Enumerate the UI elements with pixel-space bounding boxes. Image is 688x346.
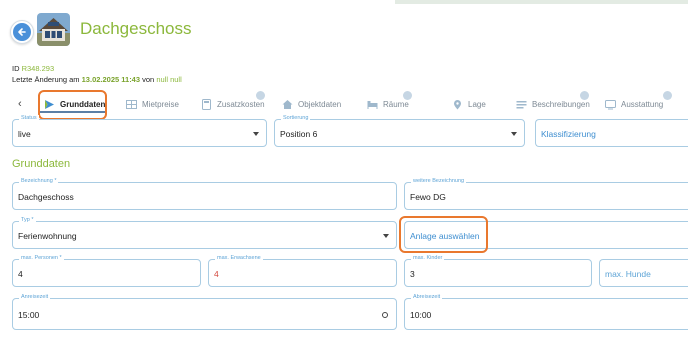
highlight-anlage (399, 216, 488, 253)
tab-badge (580, 91, 589, 100)
chevron-down-icon (383, 234, 389, 238)
max-erwachsene-field[interactable]: max. Erwachsene 4 (208, 255, 397, 287)
tabs-scroll-left-button[interactable]: ‹ (18, 98, 22, 110)
tab-badge (256, 91, 265, 100)
typ-select[interactable]: Typ * Ferienwohnung (12, 217, 397, 249)
clock-icon[interactable] (382, 312, 388, 318)
weitere-bezeichnung-field[interactable]: weitere Bezeichnung Fewo DG (404, 178, 688, 210)
top-shade (395, 0, 688, 4)
tab-raeume[interactable]: Räume (367, 91, 412, 113)
last-change-info: Letzte Änderung am 13.02.2025 11:43 von … (12, 75, 182, 84)
abreisezeit-field[interactable]: Abreisezeit 10:00 (404, 294, 688, 330)
status-select[interactable]: Status live (12, 115, 267, 147)
location-pin-icon (452, 99, 463, 110)
tab-mietpreise[interactable]: Mietpreise (126, 95, 179, 113)
tab-badge (663, 91, 672, 100)
anreisezeit-field[interactable]: Anreisezeit 15:00 (12, 294, 397, 330)
house-icon (282, 99, 293, 110)
page-title: Dachgeschoss (80, 19, 192, 38)
tab-ausstattung[interactable]: Ausstattung (605, 91, 672, 113)
tab-zusatzkosten[interactable]: Zusatzkosten (201, 91, 265, 113)
grid-icon (126, 99, 137, 110)
property-thumbnail (37, 13, 70, 46)
record-id-value: R348.293 (21, 64, 55, 73)
back-button[interactable] (10, 20, 34, 44)
chevron-down-icon (253, 132, 259, 136)
text-lines-icon (516, 99, 527, 110)
max-personen-field[interactable]: max. Personen * 4 (12, 255, 201, 287)
last-change-date: 13.02.2025 11:43 (81, 75, 141, 84)
bed-icon (367, 99, 378, 110)
highlight-tab-grunddaten (38, 90, 107, 120)
arrow-left-icon (13, 23, 31, 41)
klassifizierung-select[interactable]: Klassifizierung (535, 119, 688, 147)
sortierung-select[interactable]: Sortierung Position 6 (274, 115, 525, 147)
max-kinder-field[interactable]: max. Kinder 3 (404, 255, 592, 287)
record-id: ID R348.293 (12, 64, 55, 73)
calculator-icon (201, 98, 212, 110)
max-hunde-field[interactable]: max. Hunde (599, 259, 688, 287)
tv-icon (605, 99, 616, 110)
tab-badge (403, 91, 412, 100)
section-title: Grunddaten (12, 158, 71, 170)
last-change-user: null null (156, 75, 182, 84)
bezeichnung-field[interactable]: Bezeichnung * Dachgeschoss (12, 178, 397, 210)
tab-objektdaten[interactable]: Objektdaten (282, 95, 341, 113)
tab-lage[interactable]: Lage (452, 95, 486, 113)
tab-beschreibungen[interactable]: Beschreibungen (516, 91, 590, 113)
chevron-down-icon (511, 132, 517, 136)
